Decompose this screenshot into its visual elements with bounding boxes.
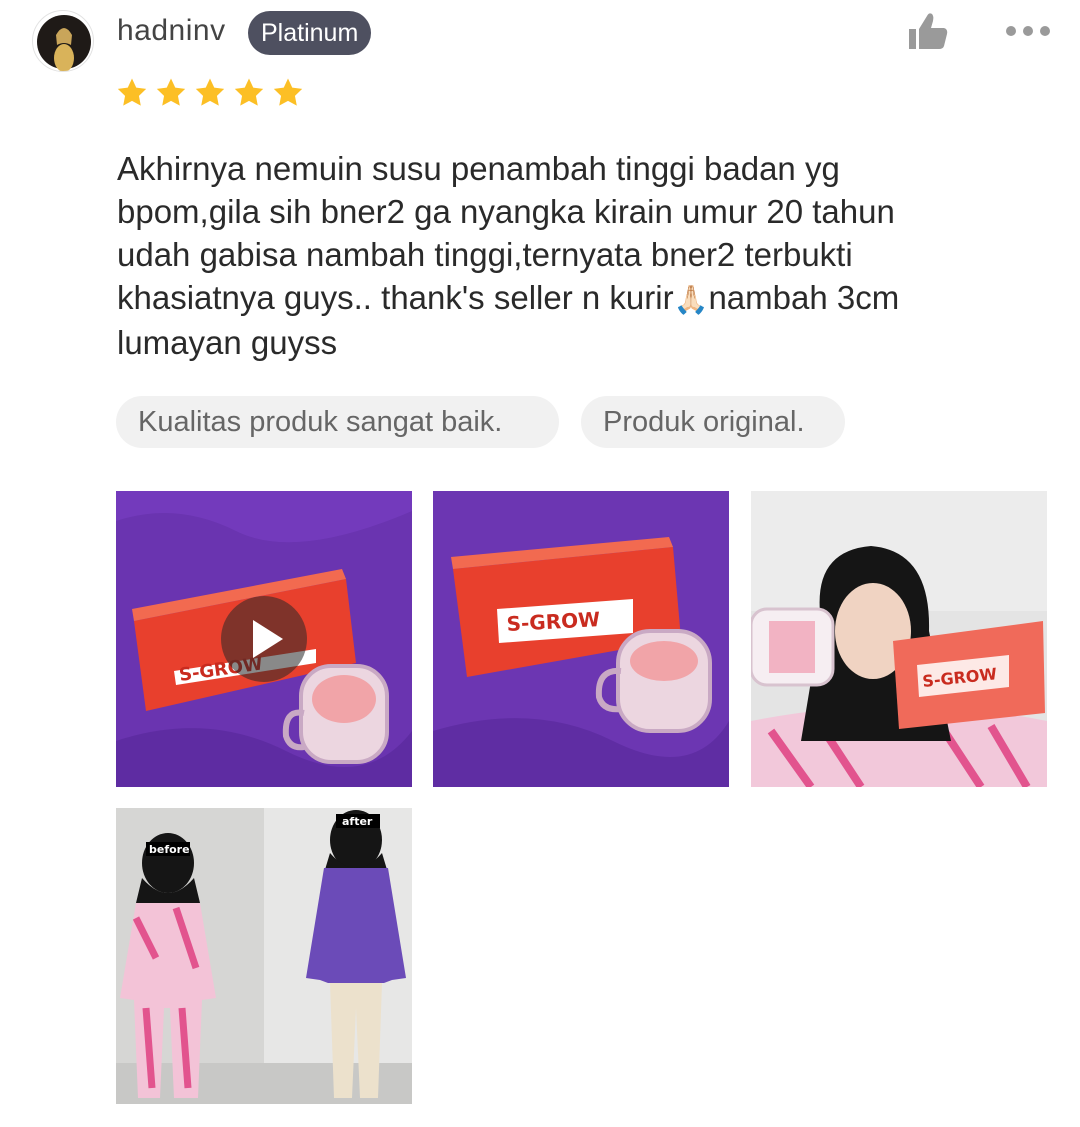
play-icon[interactable] xyxy=(221,596,307,682)
box-brand-text: S-GROW xyxy=(506,607,601,636)
before-label: before xyxy=(149,843,190,856)
review-photo[interactable]: S-GROW xyxy=(751,491,1047,787)
star-icon xyxy=(156,78,186,106)
username[interactable]: hadninv xyxy=(117,14,226,48)
star-icon xyxy=(273,78,303,106)
star-icon xyxy=(195,78,225,106)
review-tag: Produk original. xyxy=(581,396,845,448)
review-tag: Kualitas produk sangat baik. xyxy=(116,396,559,448)
review-text: Akhirnya nemuin susu penambah tinggi bad… xyxy=(117,147,1022,364)
star-icon xyxy=(117,78,147,106)
more-horizontal-icon[interactable] xyxy=(1000,16,1056,46)
review-photo[interactable]: S-GROW xyxy=(433,491,729,787)
star-icon xyxy=(234,78,264,106)
review-video-thumbnail[interactable]: S-GROW xyxy=(116,491,412,787)
star-rating xyxy=(115,76,305,116)
thumbs-up-icon[interactable] xyxy=(904,8,952,56)
review-photo[interactable]: before after xyxy=(116,808,412,1104)
membership-badge: Platinum xyxy=(248,11,372,55)
pray-emoji: 🙏🏻 xyxy=(673,284,709,315)
after-label: after xyxy=(342,815,373,828)
user-avatar[interactable] xyxy=(32,10,94,72)
